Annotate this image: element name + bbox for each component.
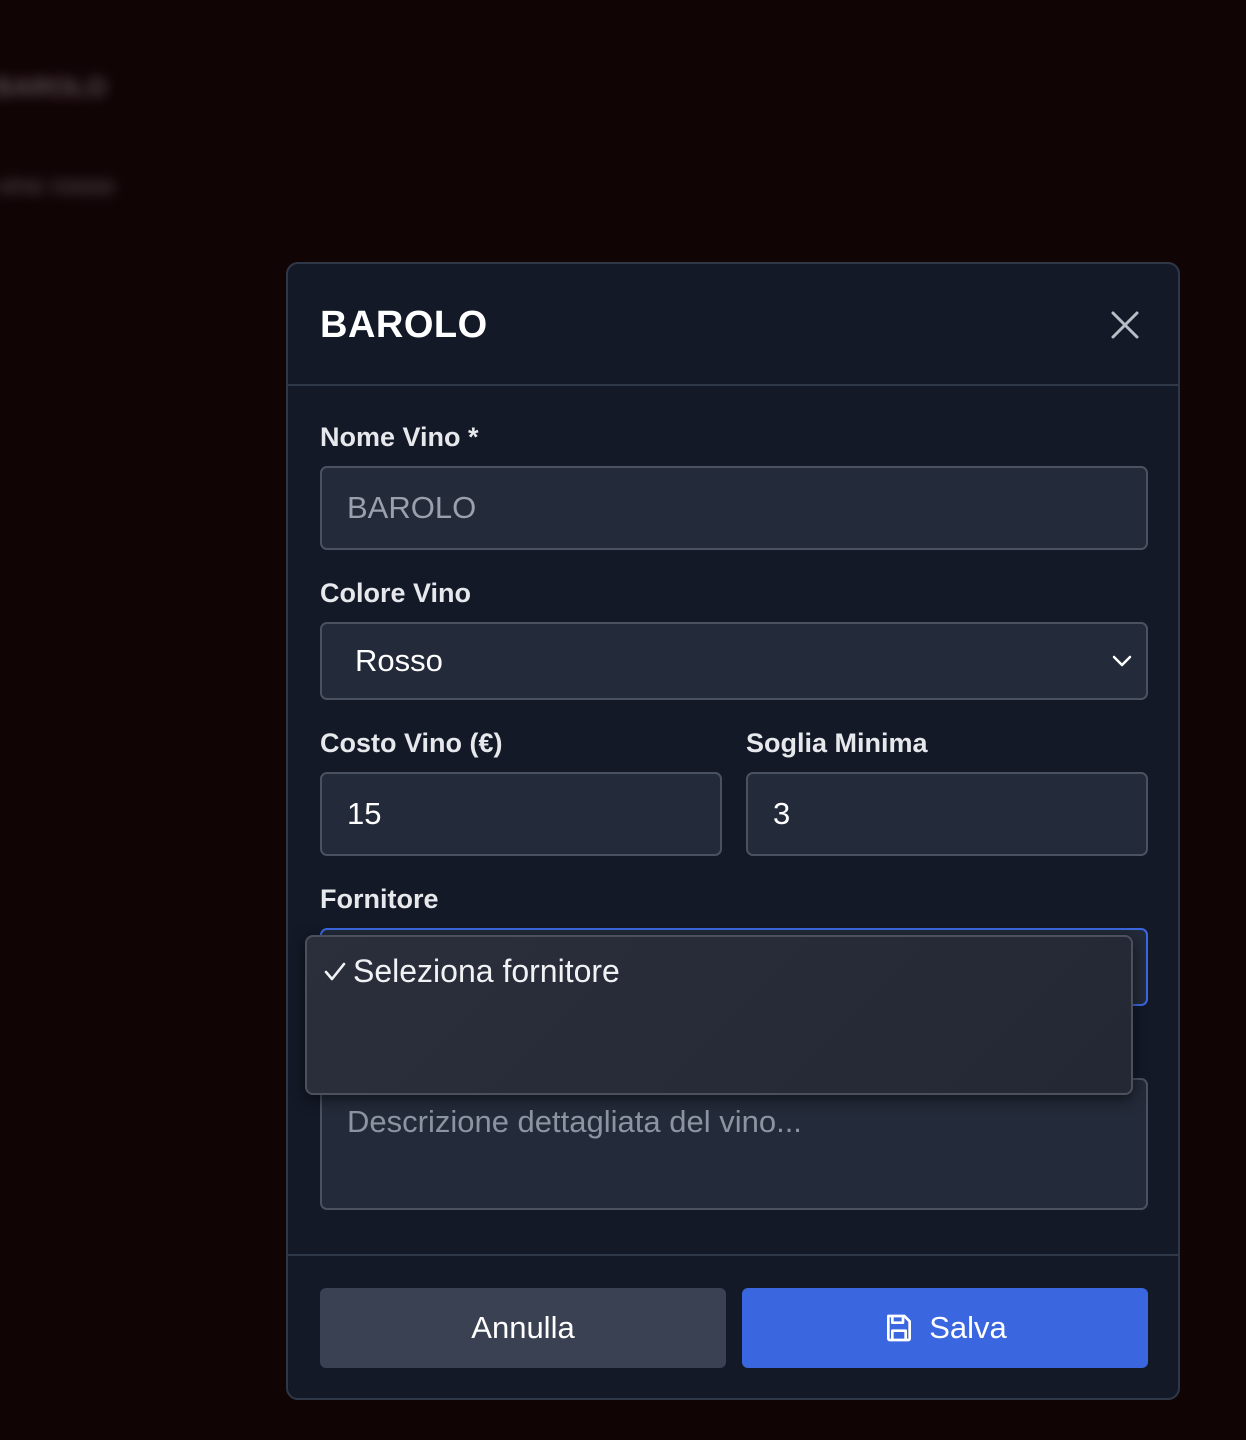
- edit-wine-modal: BAROLO Nome Vino * BAROLO Colore Vino Ro…: [286, 262, 1180, 1400]
- save-button[interactable]: Salva: [742, 1288, 1148, 1368]
- descrizione-placeholder: Descrizione dettagliata del vino...: [347, 1104, 802, 1139]
- nome-vino-value: BAROLO: [347, 490, 477, 525]
- dropdown-option-label: Seleziona fornitore: [353, 953, 620, 989]
- dropdown-option-seleziona-fornitore[interactable]: Seleziona fornitore: [323, 953, 620, 990]
- fornitore-dropdown-list: Seleziona fornitore: [305, 935, 1133, 1095]
- checkmark-icon: [324, 962, 346, 980]
- costo-vino-input[interactable]: 15: [320, 772, 722, 856]
- colore-vino-label: Colore Vino: [320, 578, 472, 608]
- nome-vino-input[interactable]: BAROLO: [320, 466, 1148, 550]
- soglia-minima-label: Soglia Minima: [746, 728, 928, 758]
- descrizione-textarea[interactable]: Descrizione dettagliata del vino...: [320, 1078, 1148, 1210]
- colore-vino-selected-value: Rosso: [355, 643, 443, 678]
- chevron-down-icon: [1112, 655, 1132, 667]
- soglia-minima-input[interactable]: 3: [746, 772, 1148, 856]
- close-icon: [1111, 311, 1139, 339]
- nome-vino-label: Nome Vino *: [320, 422, 479, 452]
- close-button[interactable]: [1108, 308, 1142, 342]
- soglia-minima-value: 3: [773, 796, 791, 831]
- cancel-button-label: Annulla: [471, 1310, 575, 1345]
- modal-title: BAROLO: [320, 304, 488, 346]
- fornitore-label: Fornitore: [320, 884, 439, 914]
- save-button-label: Salva: [929, 1310, 1007, 1345]
- colore-vino-select[interactable]: Rosso: [320, 622, 1148, 700]
- modal-footer: Annulla Salva: [288, 1254, 1178, 1398]
- costo-vino-value: 15: [347, 796, 382, 831]
- background-blurred-title: BAROLO: [0, 72, 107, 102]
- cancel-button[interactable]: Annulla: [320, 1288, 726, 1368]
- background-blurred-subtitle: vino rosso: [0, 170, 115, 200]
- floppy-disk-icon: [887, 1314, 912, 1342]
- costo-vino-label: Costo Vino (€): [320, 728, 503, 758]
- modal-header: BAROLO: [288, 264, 1178, 386]
